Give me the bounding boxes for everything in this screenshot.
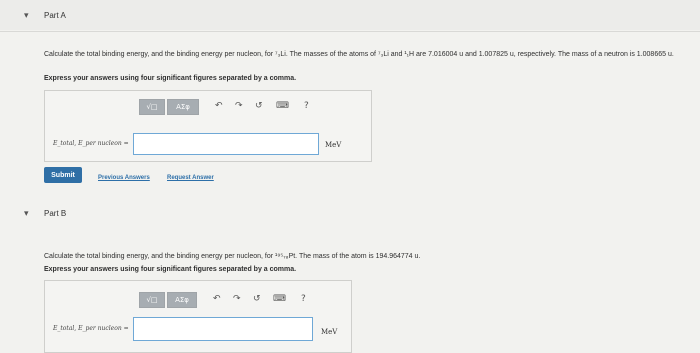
symbols-button[interactable]: ΑΣφ bbox=[167, 292, 197, 308]
template-button[interactable]: √□ bbox=[139, 99, 165, 115]
undo-icon[interactable]: ↶ bbox=[213, 294, 221, 304]
submit-button[interactable]: Submit bbox=[44, 167, 82, 183]
eq-label: E_total, E_per nucleon = bbox=[53, 140, 129, 147]
part-a-question: Calculate the total binding energy, and … bbox=[44, 51, 674, 58]
divider bbox=[0, 31, 700, 32]
symbols-button[interactable]: ΑΣφ bbox=[167, 99, 199, 115]
part-a-title: Part A bbox=[44, 10, 66, 20]
help-icon[interactable]: ? bbox=[301, 294, 306, 304]
part-b-title: Part B bbox=[44, 208, 67, 218]
reset-icon[interactable]: ↺ bbox=[255, 101, 263, 111]
answer-input[interactable] bbox=[133, 317, 313, 341]
part-a-instructions: Express your answers using four signific… bbox=[44, 75, 297, 82]
redo-icon[interactable]: ↷ bbox=[233, 294, 241, 304]
answer-box-b: √□ ΑΣφ ↶ ↷ ↺ ⌨ ? E_total, E_per nucleon … bbox=[44, 280, 352, 353]
part-a-header[interactable]: ▾ Part A bbox=[0, 0, 700, 30]
math-toolbar: √□ ΑΣφ bbox=[139, 99, 199, 115]
previous-answers-link[interactable]: Previous Answers bbox=[98, 175, 150, 181]
keyboard-icon[interactable]: ⌨ bbox=[273, 294, 286, 304]
part-b-instructions: Express your answers using four signific… bbox=[44, 266, 297, 273]
help-icon[interactable]: ? bbox=[304, 101, 309, 111]
math-toolbar: √□ ΑΣφ bbox=[139, 292, 197, 308]
answer-box-a: √□ ΑΣφ ↶ ↷ ↺ ⌨ ? E_total, E_per nucleon … bbox=[44, 90, 372, 162]
chevron-down-icon[interactable]: ▾ bbox=[24, 10, 29, 21]
eq-label: E_total, E_per nucleon = bbox=[53, 325, 129, 332]
keyboard-icon[interactable]: ⌨ bbox=[276, 101, 289, 111]
unit-label: MeV bbox=[321, 328, 338, 336]
part-b-question: Calculate the total binding energy, and … bbox=[44, 253, 421, 260]
part-b-header[interactable]: ▾ Part B bbox=[0, 198, 700, 228]
template-button[interactable]: √□ bbox=[139, 292, 165, 308]
chevron-down-icon[interactable]: ▾ bbox=[24, 208, 29, 219]
answer-input[interactable] bbox=[133, 133, 319, 155]
unit-label: MeV bbox=[325, 141, 342, 149]
undo-icon[interactable]: ↶ bbox=[215, 101, 223, 111]
request-answer-link[interactable]: Request Answer bbox=[167, 175, 214, 181]
reset-icon[interactable]: ↺ bbox=[253, 294, 261, 304]
redo-icon[interactable]: ↷ bbox=[235, 101, 243, 111]
